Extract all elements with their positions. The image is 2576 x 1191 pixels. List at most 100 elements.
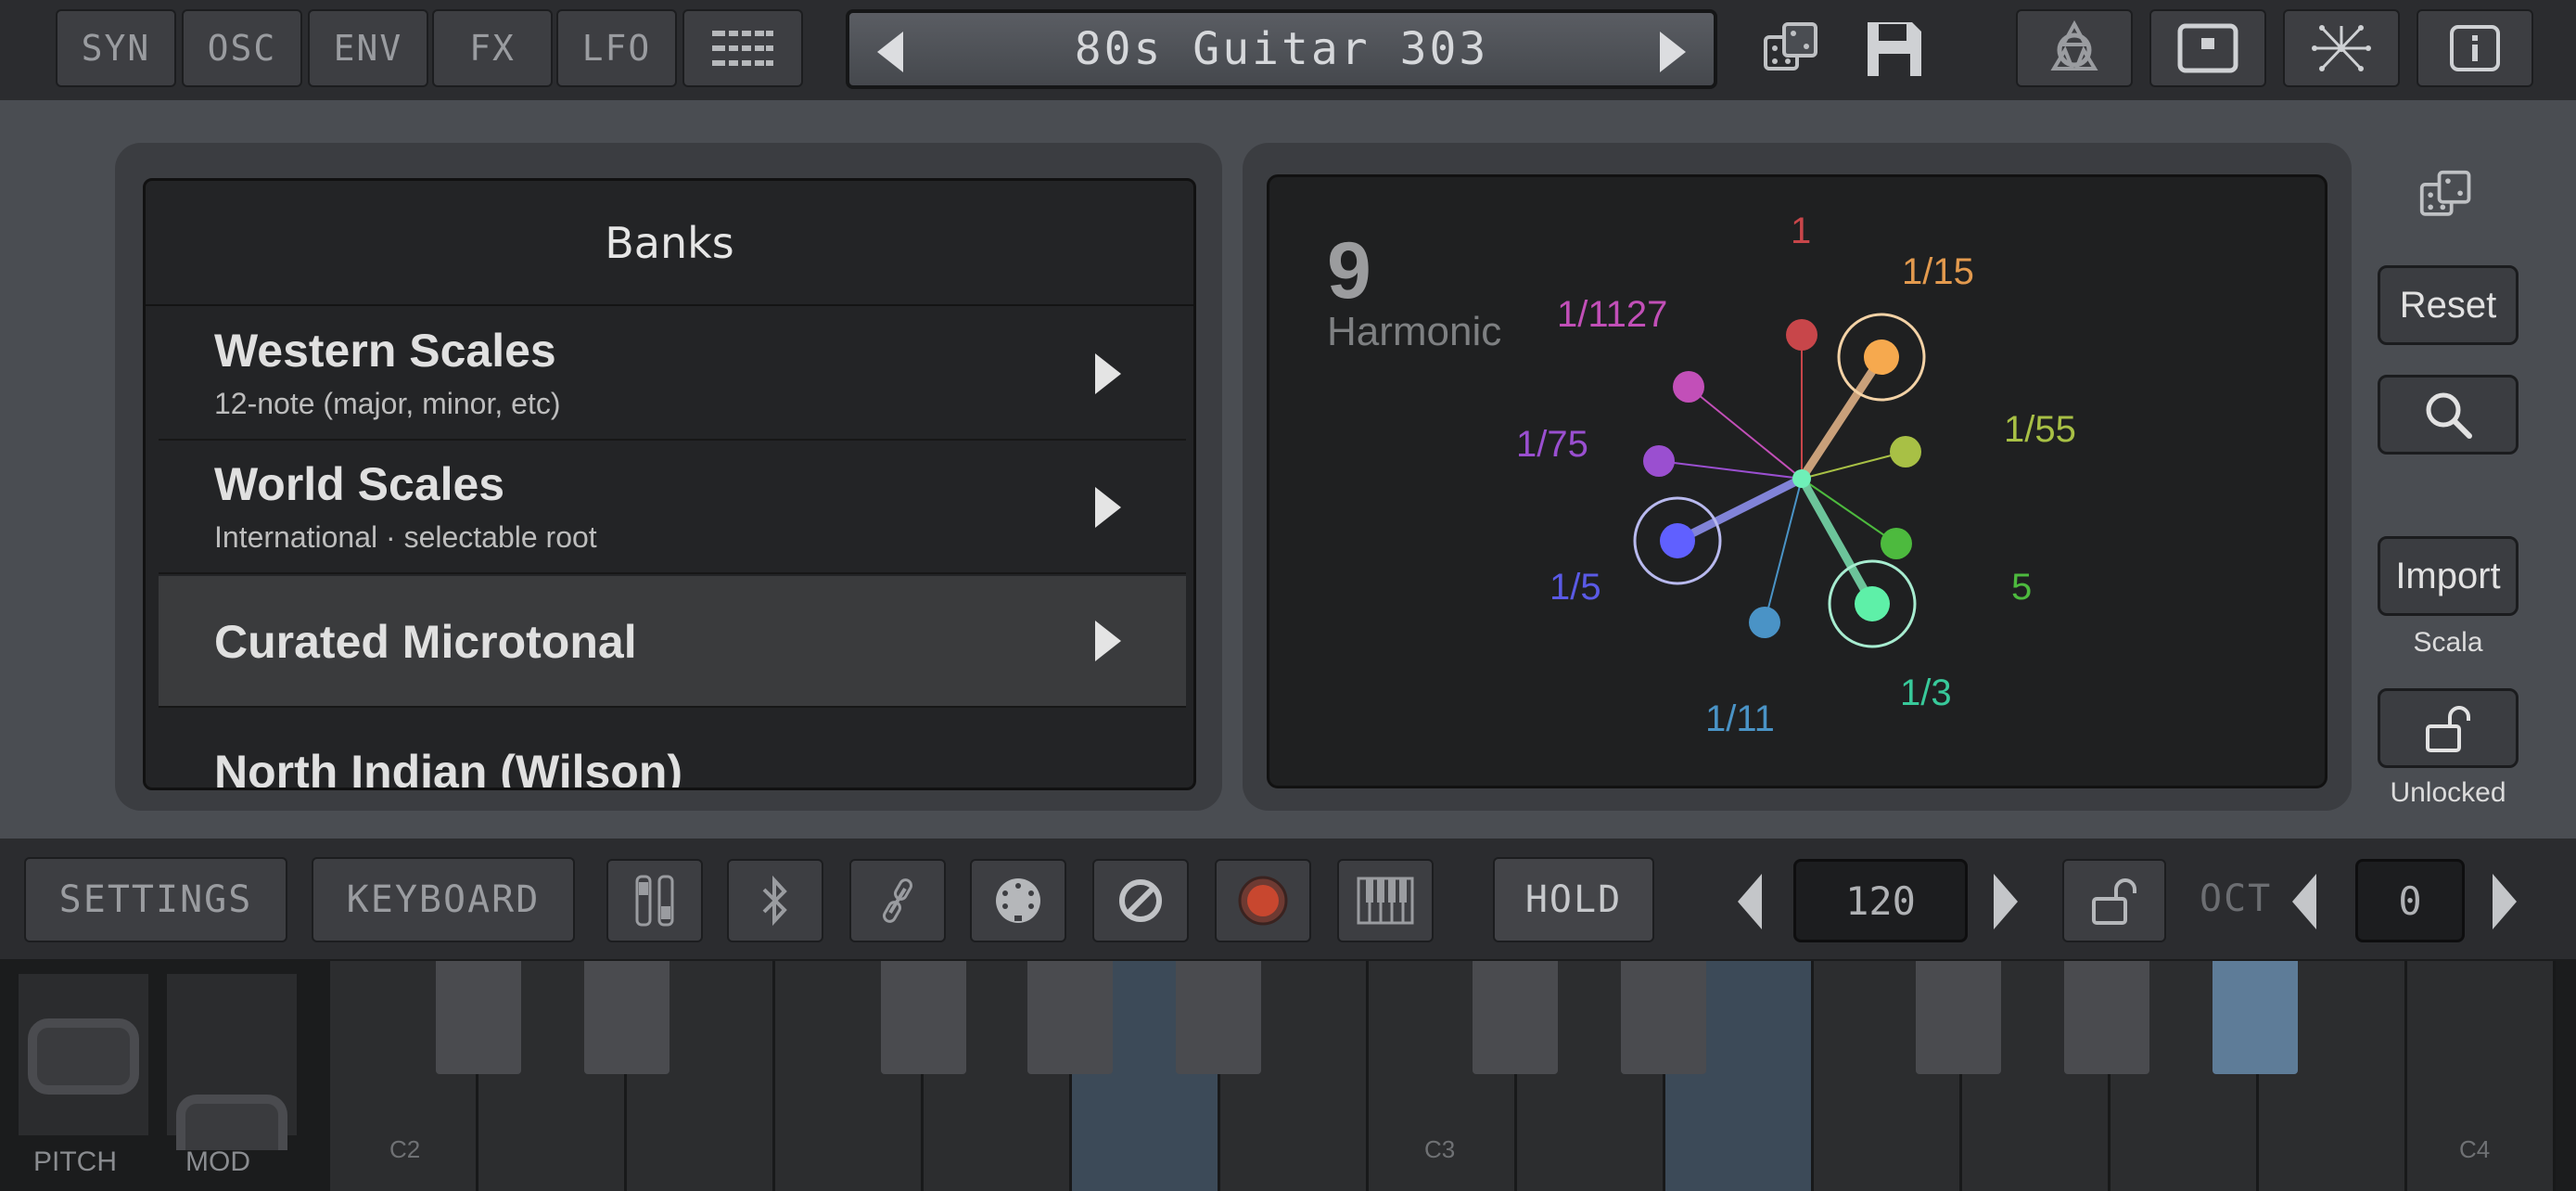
dice-icon (2419, 170, 2471, 216)
ratio-label-1-75: 1/75 (1516, 424, 1588, 465)
piano-key-c#2[interactable] (436, 961, 521, 1074)
banks-title: Banks (146, 181, 1193, 306)
octave-value[interactable]: 0 (2355, 859, 2465, 942)
piano-button[interactable] (1337, 859, 1434, 942)
lock-toggle-button[interactable] (2378, 688, 2519, 768)
pitch-wheel[interactable] (19, 974, 148, 1135)
pitch-label: PITCH (33, 1146, 117, 1177)
harmonic-node[interactable] (1643, 319, 1921, 638)
bank-item-north-indian[interactable]: North Indian (Wilson) (159, 710, 1186, 790)
mod-wheel-handle[interactable] (176, 1095, 287, 1150)
import-subtitle: Scala (2413, 627, 2483, 658)
sliders-icon (635, 875, 674, 927)
preset-next-button[interactable] (1660, 32, 1686, 72)
piano-icon (1357, 877, 1414, 925)
ratio-label-1-11: 1/11 (1705, 698, 1775, 739)
piano-key-a#3[interactable] (2213, 961, 2298, 1074)
save-preset-button[interactable] (1864, 19, 1925, 80)
bank-item-name: Western Scales (214, 325, 556, 377)
grid-icon (712, 31, 773, 66)
tempo-increase-button[interactable] (1994, 874, 2018, 929)
window-mode-button[interactable] (2149, 9, 2266, 87)
mod-wheel[interactable] (167, 974, 297, 1150)
preset-name: 80s Guitar 303 (1074, 23, 1489, 75)
randomize-scale-button[interactable] (2418, 169, 2476, 226)
harmonic-display[interactable]: 9 Harmonic 1 1/15 1/1127 1/55 1/75 5 1/5… (1267, 174, 2327, 788)
pitch-wheel-handle[interactable] (28, 1018, 139, 1095)
piano-key-c#3[interactable] (1473, 961, 1558, 1074)
tempo-value[interactable]: 120 (1793, 859, 1968, 942)
tab-fx[interactable]: FX (432, 9, 553, 87)
preset-prev-button[interactable] (877, 32, 903, 72)
info-button[interactable] (2417, 9, 2533, 87)
ratio-label-1-55: 1/55 (2004, 409, 2076, 450)
ratio-label-1: 1 (1791, 211, 1812, 251)
piano-key-g#3[interactable] (2064, 961, 2149, 1074)
key-label-c4: C4 (2459, 1135, 2491, 1163)
key-label-c2: C2 (389, 1135, 421, 1163)
save-icon (1868, 22, 1921, 76)
banks-list[interactable]: Banks Western Scales 12-note (major, min… (143, 178, 1196, 790)
midi-in-button[interactable] (970, 859, 1066, 942)
tempo-lock-button[interactable] (2062, 859, 2166, 942)
piano-key-d#2[interactable] (584, 961, 670, 1074)
piano-key-f#3[interactable] (1916, 961, 2001, 1074)
midi-icon (2050, 19, 2098, 70)
piano-key-g#2[interactable] (1027, 961, 1113, 1074)
octave-label: OCT (2200, 877, 2273, 920)
grid-menu-button[interactable] (682, 9, 803, 87)
ratio-label-1-3: 1/3 (1900, 672, 1952, 713)
unlock-icon (2426, 706, 2470, 752)
piano-key-a#2[interactable] (1176, 961, 1261, 1074)
bank-item-world-scales[interactable]: World Scales International · selectable … (159, 442, 1186, 574)
sliders-button[interactable] (606, 859, 703, 942)
link-icon (883, 878, 912, 923)
link-button[interactable] (849, 859, 946, 942)
bank-item-subtitle: 12-note (major, minor, etc) (214, 387, 561, 420)
lock-status-label: Unlocked (2390, 777, 2506, 808)
tab-syn[interactable]: SYN (56, 9, 176, 87)
hold-button[interactable]: HOLD (1493, 857, 1654, 942)
chevron-right-icon (1095, 353, 1121, 394)
mod-label: MOD (185, 1146, 250, 1177)
randomize-preset-button[interactable] (1762, 20, 1823, 82)
info-icon (2450, 25, 2500, 71)
record-icon (1238, 876, 1288, 926)
reset-button[interactable]: Reset (2378, 265, 2519, 345)
bank-item-name: World Scales (214, 458, 505, 510)
network-button[interactable] (2283, 9, 2400, 87)
ratio-label-1-1127: 1/1127 (1557, 294, 1668, 335)
network-icon (2312, 25, 2371, 71)
stop-icon (1119, 879, 1162, 922)
settings-button[interactable]: SETTINGS (24, 857, 287, 942)
bank-item-western-scales[interactable]: Western Scales 12-note (major, minor, et… (159, 309, 1186, 441)
piano-key-d#3[interactable] (1621, 961, 1706, 1074)
bluetooth-button[interactable] (727, 859, 823, 942)
midi-settings-button[interactable] (2016, 9, 2133, 87)
octave-down-button[interactable] (2292, 874, 2316, 929)
panic-stop-button[interactable] (1092, 859, 1189, 942)
preset-selector[interactable]: 80s Guitar 303 (846, 9, 1717, 89)
tempo-decrease-button[interactable] (1738, 874, 1762, 929)
piano-key-f#2[interactable] (881, 961, 966, 1074)
octave-up-button[interactable] (2493, 874, 2517, 929)
tab-env[interactable]: ENV (308, 9, 428, 87)
tab-osc[interactable]: OSC (182, 9, 302, 87)
tab-lfo[interactable]: LFO (556, 9, 677, 87)
bank-item-curated-microtonal[interactable]: Curated Microtonal (159, 576, 1186, 708)
ratio-label-1-5: 1/5 (1549, 567, 1601, 608)
bank-item-name: Curated Microtonal (214, 616, 637, 668)
harmonic-wheel[interactable] (1269, 177, 2327, 788)
window-icon (2177, 23, 2238, 73)
ratio-label-1-15: 1/15 (1902, 251, 1974, 292)
bank-item-name: North Indian (Wilson) (214, 746, 683, 790)
key-label-c3: C3 (1424, 1135, 1456, 1163)
record-button[interactable] (1215, 859, 1311, 942)
keyboard-button[interactable]: KEYBOARD (312, 857, 575, 942)
search-button[interactable] (2378, 375, 2519, 455)
import-button[interactable]: Import (2378, 536, 2519, 616)
search-icon (2426, 392, 2472, 439)
bank-item-subtitle: International · selectable root (214, 520, 597, 554)
chevron-right-icon (1095, 487, 1121, 528)
chevron-right-icon (1095, 621, 1121, 661)
